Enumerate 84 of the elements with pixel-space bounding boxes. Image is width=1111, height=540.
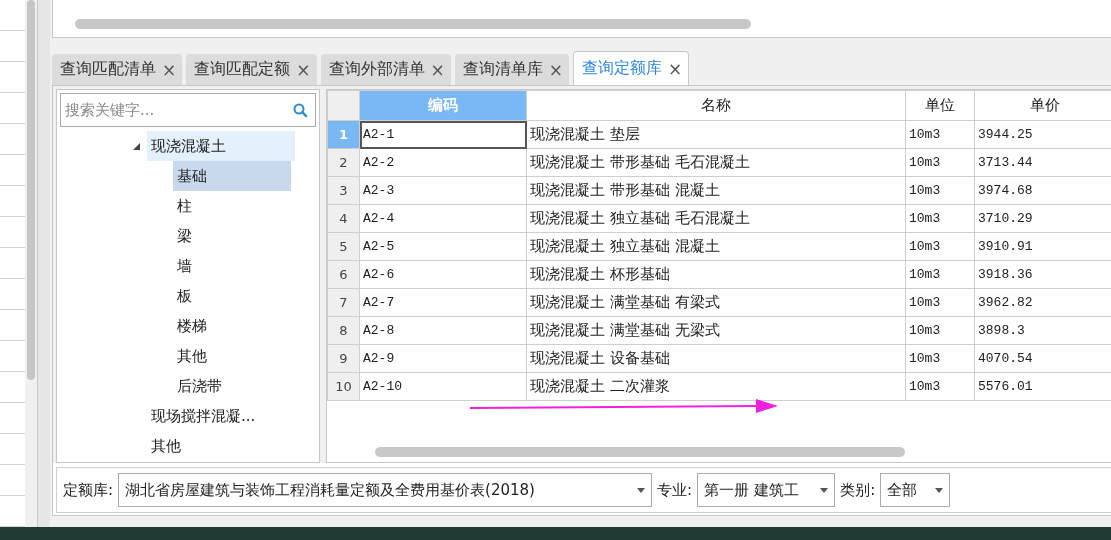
table-cell: 10m3 [905,260,975,289]
tree-item[interactable]: 板 [173,281,196,311]
table-cell: 10m3 [905,372,975,401]
tab-label: 查询匹配清单 [60,59,156,80]
column-header[interactable]: 名称 [526,90,906,121]
tree-item[interactable]: 墙 [173,251,196,281]
table-cell: A2-5 [359,232,527,261]
caret-icon [820,487,829,493]
row-number[interactable]: 10 [327,372,360,401]
tab-label: 查询匹配定额 [194,59,291,80]
splitter-bar[interactable] [37,0,50,527]
caret-icon [935,487,944,493]
row-number[interactable]: 9 [327,344,360,373]
table-cell: A2-8 [359,316,527,345]
row-number[interactable]: 5 [327,232,360,261]
table-cell: 10m3 [905,232,975,261]
tab[interactable]: 查询清单库 × [454,54,569,85]
tree-item[interactable]: 其他 [147,431,185,461]
field-label: 类别: [840,480,876,500]
dropdown[interactable]: 第一册 建筑工 [697,473,836,507]
table-cell: 10m3 [905,344,975,373]
table-cell: A2-2 [359,148,527,177]
table-cell: 现浇混凝土 设备基础 [526,344,906,373]
tab-label: 查询定额库 [582,58,662,79]
table-cell: 现浇混凝土 杯形基础 [526,260,906,289]
close-icon[interactable]: × [668,58,683,79]
table-cell: 现浇混凝土 带形基础 毛石混凝土 [526,148,906,177]
table-cell: 10m3 [905,148,975,177]
close-icon[interactable]: × [162,59,177,80]
tab-label: 查询清单库 [462,59,543,80]
table-cell: A2-4 [359,204,527,233]
close-icon[interactable]: × [296,59,311,80]
table-cell: 10m3 [905,120,975,149]
row-number[interactable]: 6 [327,260,360,289]
scrollbar-thumb[interactable] [75,19,751,29]
table-cell: 10m3 [905,288,975,317]
tree-item[interactable]: 后浇带 [173,371,226,401]
caret-icon [637,487,646,493]
tab[interactable]: 查询外部清单 × [320,54,451,85]
expanded-triangle-icon[interactable] [131,141,141,151]
table-cell: 现浇混凝土 二次灌浆 [526,372,906,401]
column-header[interactable]: 单位 [905,90,975,121]
dropdown[interactable]: 全部 [880,473,951,507]
table-cell: A2-10 [359,372,527,401]
table-cell: 现浇混凝土 独立基础 混凝土 [526,232,906,261]
field-label: 专业: [657,480,693,500]
table-cell: 现浇混凝土 垫层 [526,120,906,149]
row-number[interactable]: 3 [327,176,360,205]
tree-item[interactable]: 基础 [173,161,291,191]
row-number[interactable]: 7 [327,288,360,317]
table-cell: 现浇混凝土 独立基础 毛石混凝土 [526,204,906,233]
tree-item[interactable]: 现场搅拌混凝... [147,401,260,431]
scrollbar-thumb[interactable] [27,0,36,380]
table-cell: A2-7 [359,288,527,317]
search-field[interactable]: 搜索关键字... [60,93,316,127]
scrollbar-thumb[interactable] [375,447,905,457]
tree-item[interactable]: 柱 [173,191,196,221]
tab-label: 查询外部清单 [328,59,425,80]
tree-item[interactable]: 现浇混凝土 [147,131,295,161]
table-cell: 现浇混凝土 带形基础 混凝土 [526,176,906,205]
tree-item[interactable]: 梁 [173,221,196,251]
tab[interactable]: 查询定额库 × [573,51,690,85]
table-cell: 10m3 [905,204,975,233]
tree-item[interactable]: 其他 [173,341,211,371]
table-cell: A2-3 [359,176,527,205]
table-cell: A2-1 [359,120,527,149]
table-cell: 10m3 [905,316,975,345]
table-cell: A2-9 [359,344,527,373]
row-number[interactable]: 8 [327,316,360,345]
row-number[interactable]: 4 [327,204,360,233]
tab[interactable]: 查询匹配定额 × [186,54,317,85]
search-icon[interactable] [293,103,308,118]
tab[interactable]: 查询匹配清单 × [52,54,183,85]
close-icon[interactable]: × [548,59,563,80]
column-header[interactable]: 单价 [974,90,1111,121]
table-cell: 现浇混凝土 满堂基础 有梁式 [526,288,906,317]
close-icon[interactable]: × [430,59,445,80]
tree-item[interactable]: 楼梯 [173,311,211,341]
field-label: 定额库: [63,480,114,500]
row-number[interactable]: 2 [327,148,360,177]
table-cell: A2-6 [359,260,527,289]
table-cell: 现浇混凝土 满堂基础 无梁式 [526,316,906,345]
dropdown[interactable]: 湖北省房屋建筑与装饰工程消耗量定额及全费用基价表(2018) [118,473,653,507]
table-cell: 10m3 [905,176,975,205]
